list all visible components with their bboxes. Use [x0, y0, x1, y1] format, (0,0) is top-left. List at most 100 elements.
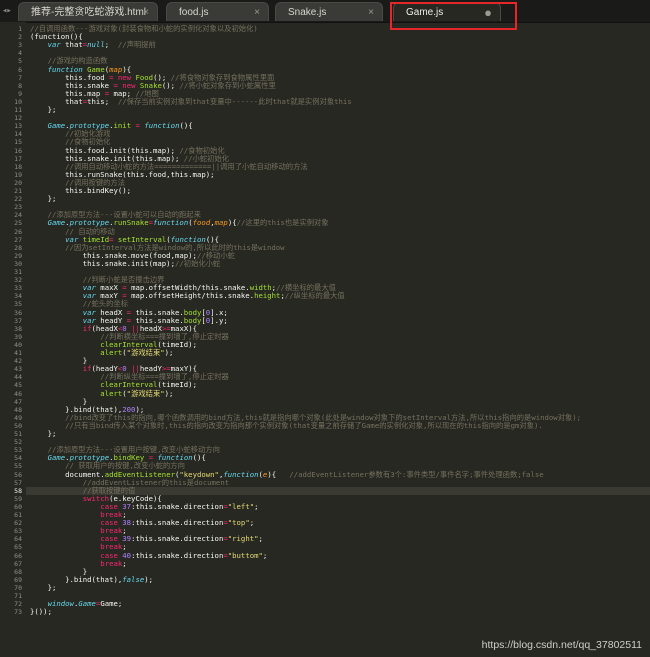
- code-line[interactable]: that=this; //保存当前实例对象到that变量中------此时tha…: [30, 96, 648, 106]
- code-line[interactable]: var that=null; //声明提前: [30, 41, 648, 49]
- line-number: 28: [14, 243, 22, 252]
- line-number: 42: [14, 357, 22, 366]
- code-line[interactable]: };: [30, 105, 648, 114]
- line-number: 48: [14, 405, 22, 414]
- line-number: 26: [14, 227, 22, 236]
- code-line[interactable]: };: [30, 429, 648, 438]
- code-line[interactable]: break;: [30, 558, 648, 568]
- code-line[interactable]: this.snake.init(map);//初始化小蛇: [30, 259, 648, 268]
- code-line[interactable]: alert("游戏结束");: [30, 388, 648, 398]
- code-line[interactable]: alert("游戏结束");: [30, 348, 648, 357]
- line-number: 65: [14, 543, 22, 552]
- line-number: 59: [14, 494, 22, 503]
- line-number: 67: [14, 559, 22, 568]
- code-token: };: [30, 429, 57, 438]
- code-token: ;: [258, 534, 263, 544]
- close-icon[interactable]: ×: [368, 3, 374, 22]
- code-token: food: [192, 218, 211, 228]
- code-line[interactable]: [30, 592, 648, 600]
- line-number: 30: [14, 259, 22, 268]
- code-line[interactable]: };: [30, 583, 648, 592]
- code-token: runSnake: [113, 218, 149, 228]
- code-line[interactable]: //自调用函数---游戏对象(封装食物和小蛇的实例化对象以及初始化): [30, 24, 648, 33]
- line-number: 71: [14, 592, 22, 600]
- code-token: ].y;: [210, 315, 228, 325]
- code-token: :this.snake.direction: [131, 550, 224, 560]
- line-number: 46: [14, 389, 22, 398]
- code-token: (){: [192, 453, 206, 463]
- code-token: "游戏结束": [126, 348, 165, 357]
- code-line[interactable]: };: [30, 195, 648, 203]
- code-token: "buttom": [227, 550, 263, 560]
- line-number: 10: [14, 97, 22, 106]
- code-token: alert: [100, 348, 123, 357]
- code-token: this;: [87, 96, 118, 106]
- line-number: 34: [14, 292, 22, 301]
- close-icon[interactable]: ×: [143, 3, 149, 22]
- code-editor[interactable]: 1//自调用函数---游戏对象(封装食物和小蛇的实例化对象以及初始化) 2 (fun…: [0, 22, 650, 657]
- line-number: 23: [14, 203, 22, 212]
- code-line[interactable]: }());: [30, 608, 648, 616]
- code-line[interactable]: [30, 49, 648, 57]
- code-token: :this.snake.direction: [131, 534, 224, 544]
- tab-food-js[interactable]: food.js ×: [166, 2, 269, 21]
- line-number: 73: [14, 608, 22, 617]
- code-token: alert: [100, 388, 123, 398]
- code-token: :this.snake.direction: [131, 501, 224, 511]
- code-line[interactable]: }.bind(that),false);: [30, 574, 648, 584]
- tab-bar: ◂▸ 推荐-完整贪吃蛇游戏.html × food.js × Snake.js …: [0, 0, 650, 23]
- code-token: ;: [254, 501, 259, 511]
- code-token: //这里的this也是实例对象: [236, 218, 329, 228]
- line-number: 52: [14, 438, 22, 447]
- code-token: false: [122, 574, 145, 584]
- code-token: ){: [227, 218, 237, 228]
- code-token: );: [164, 388, 174, 398]
- code-token: map: [214, 218, 228, 228]
- code-line[interactable]: window.Game=Game;: [30, 600, 648, 608]
- line-number: 32: [14, 276, 22, 285]
- code-token: Game: [78, 599, 96, 609]
- code-line[interactable]: //只有当bind传入某个对象时,this的指向改变为指向那个实例对象(that…: [30, 421, 648, 430]
- line-number: 72: [14, 600, 22, 609]
- line-number: 69: [14, 575, 22, 584]
- line-number: 54: [14, 454, 22, 463]
- code-token: that: [60, 40, 83, 50]
- line-number: 16: [14, 146, 22, 155]
- code-token: };: [30, 194, 57, 204]
- line-number: 35: [14, 300, 22, 309]
- line-number: 8: [18, 81, 22, 90]
- code-token: init: [113, 121, 132, 131]
- line-number: 36: [14, 308, 22, 317]
- code-line[interactable]: this.bindKey();: [30, 186, 648, 195]
- code-token: "right": [227, 534, 259, 544]
- tab-label: 推荐-完整贪吃蛇游戏.html: [31, 7, 146, 18]
- line-number: 21: [14, 187, 22, 195]
- code-token: ){: [267, 469, 290, 479]
- line-number: 40: [14, 340, 22, 349]
- line-number: 44: [14, 373, 22, 382]
- watermark-url: https://blog.csdn.net/qq_37802511: [481, 639, 642, 651]
- line-number: 64: [14, 535, 22, 544]
- code-token: ;: [122, 558, 127, 568]
- line-number: 3: [18, 41, 22, 50]
- code-token: );: [144, 574, 154, 584]
- line-number: 53: [14, 446, 22, 455]
- line-number: 66: [14, 551, 22, 560]
- tab-label: Snake.js: [288, 7, 327, 18]
- code-line[interactable]: Game.prototype.runSnake=function(food,ma…: [30, 219, 648, 227]
- line-number: 58: [14, 486, 22, 495]
- tab-snake-js[interactable]: Snake.js ×: [275, 2, 383, 21]
- tab-nav-arrows-icon[interactable]: ◂▸: [2, 5, 16, 17]
- code-line[interactable]: Game.prototype.init = function(){: [30, 122, 648, 130]
- line-number: 45: [14, 381, 22, 390]
- tab-game-js[interactable]: Game.js ●: [393, 2, 501, 21]
- tab-html-file[interactable]: 推荐-完整贪吃蛇游戏.html ×: [18, 2, 158, 21]
- code-token: break: [100, 558, 123, 568]
- code-token: Game;: [100, 599, 123, 609]
- code-token: (){: [179, 121, 193, 131]
- line-number: 11: [14, 106, 22, 114]
- code-line[interactable]: //初始化游戏: [30, 130, 648, 138]
- modified-dot-icon[interactable]: ●: [484, 3, 492, 22]
- line-number: 4: [18, 49, 22, 58]
- close-icon[interactable]: ×: [254, 3, 260, 22]
